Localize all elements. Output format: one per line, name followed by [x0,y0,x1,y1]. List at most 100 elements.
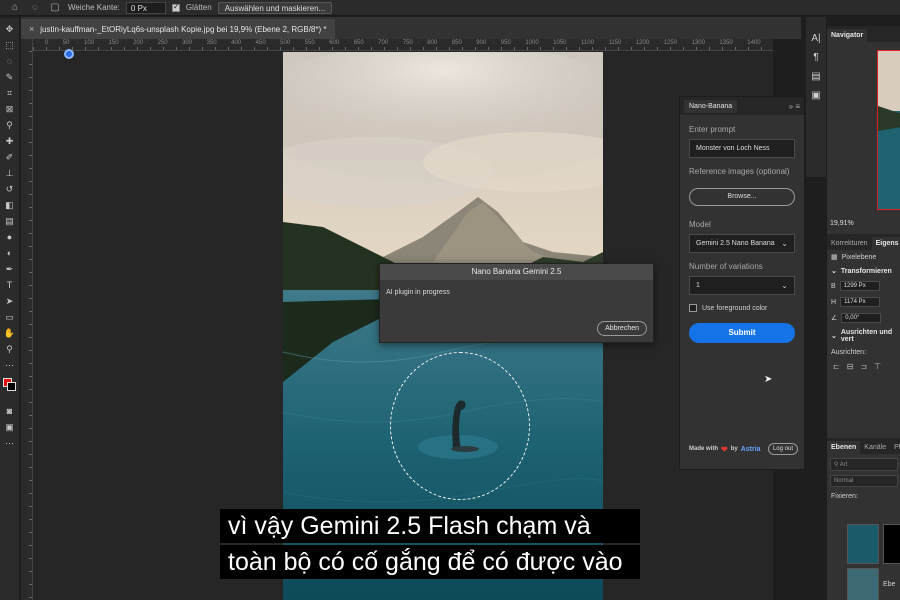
height-input[interactable]: 1174 Px [840,297,881,307]
antialias-checkbox[interactable] [171,2,180,12]
guide-marker-icon[interactable] [64,49,74,59]
foreground-color-option[interactable]: Use foreground color [689,304,795,312]
cancel-button[interactable]: Abbrechen [597,321,647,336]
ruler-tick-label: 450 [255,40,266,46]
pixel-layer-icon: ▦ [831,254,838,261]
home-icon[interactable]: ⌂ [8,2,22,13]
stamp-tool-icon[interactable]: ⊥ [3,168,17,179]
navigator-thumbnail [878,51,900,209]
ruler-tick-label: 1150 [608,40,622,46]
layer-thumbnail[interactable] [847,568,879,600]
panel-menu-icon[interactable]: ≡ [795,102,800,111]
lasso-tool-icon[interactable]: ◌ [28,2,42,13]
layer-mask-thumbnail[interactable] [883,524,900,564]
select-and-mask-button[interactable]: Auswählen und maskieren... [217,1,333,14]
close-icon[interactable]: × [29,24,34,34]
ruler-tick-label: 1250 [663,40,678,46]
align-top-icon[interactable]: ⊤ [874,362,881,371]
align-header[interactable]: ⌄ Ausrichten und vert [827,326,900,346]
angle-input[interactable]: 0,00° [841,313,882,323]
width-label: B [831,282,836,290]
align-left-icon[interactable]: ⊏ [833,362,840,371]
brush-tool-icon[interactable]: ✐ [3,152,17,163]
eyedropper-tool-icon[interactable]: ⚲ [3,120,17,131]
layer-name[interactable]: Ebe [879,578,899,591]
layer-search-input[interactable]: ⚲ Art [830,458,898,471]
properties-tabs: Korrekturen Eigens [827,234,900,250]
width-input[interactable]: 1299 Px [839,281,880,291]
astria-link[interactable]: Astria [741,446,761,453]
elliptical-selection-marquee[interactable] [390,352,530,500]
healing-tool-icon[interactable]: ✚ [3,136,17,147]
quick-mask-icon[interactable]: ◙ [3,406,17,417]
horizontal-ruler[interactable]: 0 50 100 150 200 250 300 350 400 450 500 550 600 650 7… [33,39,773,51]
quick-select-tool-icon[interactable]: ✎ [3,72,17,83]
submit-button[interactable]: Submit [689,323,795,343]
mouse-cursor-icon: ➤ [764,374,773,385]
pen-tool-icon[interactable]: ✒ [3,264,17,275]
ruler-tick-label: 250 [157,40,168,46]
pixel-layer-label: Pixelebene [841,253,877,261]
navigator-tabs: Navigator [827,26,900,42]
history-brush-icon[interactable]: ↺ [3,184,17,195]
tab-navigator[interactable]: Navigator [827,29,868,42]
navigator-zoom-value[interactable]: 19,91% [830,220,854,227]
shape-tool-icon[interactable]: ▭ [3,312,17,323]
paragraph-panel-icon[interactable]: ¶ [813,52,818,63]
dialog-message: AI plugin in progress [386,289,450,296]
tab-channels[interactable]: Kanäle [860,441,890,454]
lasso-tool-icon[interactable]: ◌ [3,56,17,67]
tab-paths[interactable]: Pf [890,441,900,454]
ruler-tick-label: 0 [45,40,49,46]
ruler-tick-label: 1100 [581,40,594,46]
collapse-icon[interactable]: » [789,102,793,111]
width-row: B 1299 Px [827,278,900,294]
layer-thumbnail[interactable] [847,524,879,564]
move-tool-icon[interactable]: ✥ [3,24,17,35]
logout-button[interactable]: Log out [767,443,798,455]
navigator-preview[interactable] [877,50,900,210]
ruler-tick-label: 800 [427,40,438,46]
libraries-panel-icon[interactable]: ▤ [811,71,820,82]
reference-images-label: Reference images (optional) [689,167,790,176]
height-row: H 1174 Px [827,294,900,310]
prompt-input[interactable]: Monster von Loch Ness [689,139,795,158]
plugin-panel-icon[interactable]: ▣ [811,90,820,101]
vertical-ruler[interactable] [21,39,33,600]
dodge-tool-icon[interactable]: ◐ [3,248,17,259]
foreground-color-checkbox[interactable] [689,304,697,312]
right-panel-dock: Navigator 19,91% Korrekturen Eigens ▦ Pi… [826,26,900,600]
gradient-tool-icon[interactable]: ▤ [3,216,17,227]
tab-layers[interactable]: Ebenen [827,441,861,454]
eraser-tool-icon[interactable]: ◧ [3,200,17,211]
hand-tool-icon[interactable]: ✋ [3,328,17,339]
path-select-tool-icon[interactable]: ➤ [3,296,17,307]
feather-input[interactable]: 0 Px [125,1,166,14]
zoom-tool-icon[interactable]: ⚲ [3,344,17,355]
more-tools-icon[interactable]: ⋯ [3,360,17,371]
align-center-icon[interactable]: ⊟ [847,362,854,371]
marquee-tool-icon[interactable]: ⬚ [3,40,17,51]
browse-button[interactable]: Browse... [689,188,795,206]
document-tab[interactable]: × justin-kauffman-_EtORiyLq6s-unsplash K… [21,19,335,39]
type-tool-icon[interactable]: T [3,280,17,291]
tools-panel: ✥ ⬚ ◌ ✎ ⌗ ⊠ ⚲ ✚ ✐ ⊥ ↺ ◧ ▤ ● ◐ ✒ T ➤ ▭ ✋ … [0,18,20,600]
align-right-icon[interactable]: ⊐ [860,362,867,371]
variations-select[interactable]: 1 ⌄ [689,276,795,295]
transform-header[interactable]: ⌄ Transformieren [827,264,900,278]
character-panel-icon[interactable]: A| [811,33,820,44]
model-select[interactable]: Gemini 2.5 Nano Banana ⌄ [689,234,795,253]
background-color-swatch[interactable] [7,382,16,391]
crop-tool-icon[interactable]: ⌗ [3,88,17,99]
edit-toolbar-icon[interactable]: ⋯ [3,438,17,449]
frame-tool-icon[interactable]: ⊠ [3,104,17,115]
blend-mode-select[interactable]: Normal [830,475,898,487]
tab-properties[interactable]: Eigens [871,237,900,250]
selection-mode-icon[interactable]: ▢ [48,2,62,13]
screen-mode-icon[interactable]: ▣ [3,422,17,433]
plugin-tab[interactable]: Nano-Banana [684,99,738,113]
foreground-color-label: Use foreground color [702,304,768,312]
blur-tool-icon[interactable]: ● [3,232,17,243]
feather-label: Weiche Kante: [68,3,120,12]
tab-corrections[interactable]: Korrekturen [827,237,872,250]
